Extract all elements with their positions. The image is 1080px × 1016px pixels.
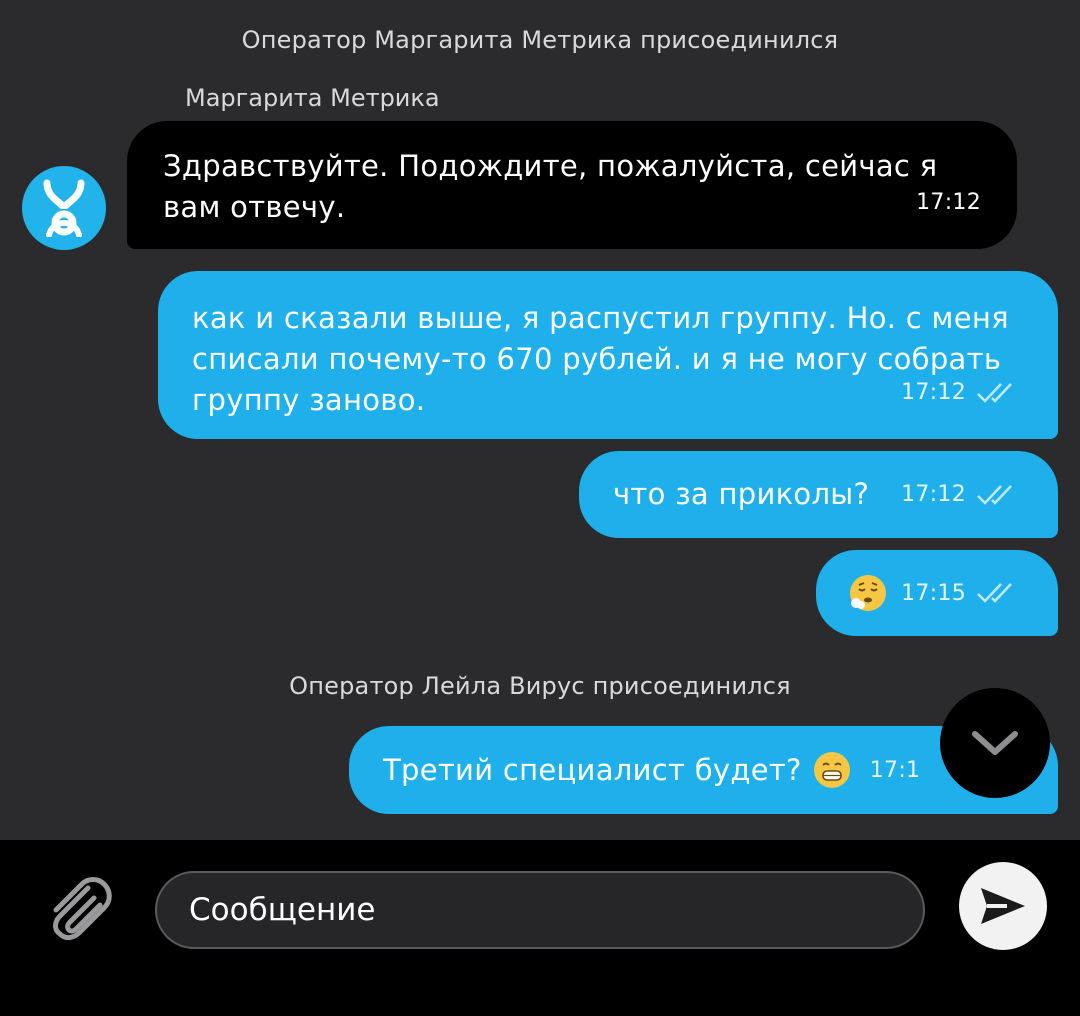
scroll-down-button[interactable]	[940, 688, 1050, 798]
message-input-placeholder: Сообщение	[189, 892, 376, 928]
attach-button[interactable]	[40, 870, 116, 946]
operator-avatar[interactable]	[22, 166, 106, 250]
chevron-down-icon	[972, 731, 1018, 755]
double-check-icon	[977, 382, 1012, 403]
message-outgoing[interactable]: что за приколы? 17:12	[579, 451, 1058, 538]
grinning-face-emoji	[813, 752, 850, 788]
system-note-operator-joined: Оператор Лейла Вирус присоединился	[289, 672, 791, 700]
sender-name: Маргарита Метрика	[185, 84, 440, 112]
paperclip-icon	[53, 877, 112, 941]
double-check-icon	[977, 583, 1012, 603]
message-text: Третий специалист будет?	[383, 752, 802, 787]
message-outgoing[interactable]: 17:15	[816, 550, 1058, 636]
message-text: что за приколы?	[613, 477, 870, 511]
send-icon	[981, 888, 1025, 924]
double-check-icon	[977, 484, 1012, 505]
yota-logo-icon	[43, 179, 85, 237]
message-time: 17:12	[916, 190, 981, 215]
exhaling-face-emoji	[850, 575, 886, 611]
message-time: 17:15	[901, 580, 966, 606]
message-incoming[interactable]: Здравствуйте. Подождите, пожалуйста, сей…	[127, 121, 1017, 249]
message-text: Здравствуйте. Подождите, пожалуйста, сей…	[163, 149, 938, 224]
message-time: 17:12	[901, 482, 966, 507]
send-button[interactable]	[959, 862, 1047, 950]
message-text: как и сказали выше, я распустил группу. …	[192, 301, 1009, 417]
message-outgoing[interactable]: как и сказали выше, я распустил группу. …	[158, 271, 1058, 439]
system-note-operator-joined: Оператор Маргарита Метрика присоединился	[241, 26, 839, 54]
message-time: 17:12	[901, 380, 966, 405]
message-input[interactable]: Сообщение	[155, 871, 925, 949]
message-time: 17:1	[869, 757, 921, 783]
